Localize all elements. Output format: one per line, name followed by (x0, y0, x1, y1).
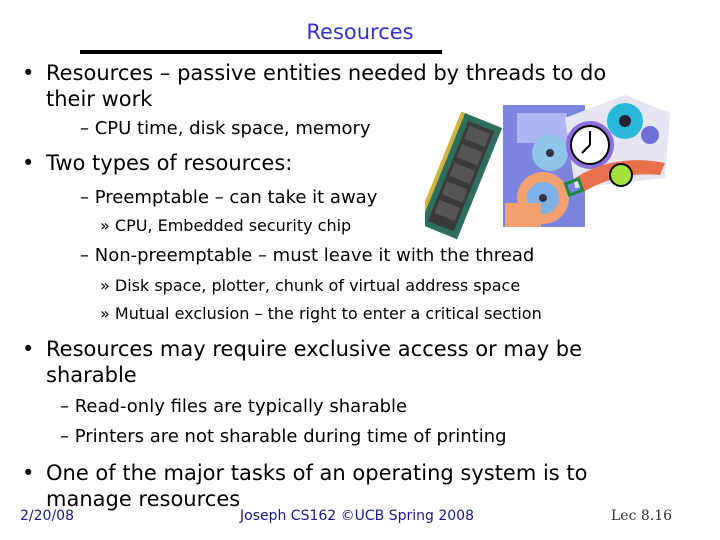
footer-page-number: Lec 8.16 (611, 508, 673, 524)
footer-course: Joseph CS162 ©UCB Spring 2008 (240, 508, 474, 524)
memory-module-icon (416, 111, 503, 240)
bullet-text: Resources – passive entities needed by t… (46, 61, 607, 85)
sub-bullet-read-only: – Read-only files are typically sharable (60, 396, 408, 417)
footer-date: 2/20/08 (20, 508, 74, 524)
bullet-2: • Two types of resources: (22, 151, 293, 175)
bullet-marker: • (22, 61, 35, 85)
sub-bullet-printers: – Printers are not sharable during time … (60, 426, 507, 447)
sub-bullet-cpu-time: – CPU time, disk space, memory (80, 118, 371, 139)
bullet-4: • One of the major tasks of an operating… (22, 461, 588, 511)
bullet-3: • Resources may require exclusive access… (22, 337, 583, 387)
sub-sub-bullet-disk: » Disk space, plotter, chunk of virtual … (100, 276, 521, 295)
sub-bullet-non-preemptable: – Non-preemptable – must leave it with t… (80, 245, 535, 266)
resources-clipart (416, 93, 685, 243)
sub-bullet-preemptable: – Preemptable – can take it away (80, 187, 378, 208)
sub-sub-bullet-cpu: » CPU, Embedded security chip (100, 216, 352, 235)
title-underline (80, 50, 442, 54)
sub-sub-bullet-mutex: » Mutual exclusion – the right to enter … (100, 304, 542, 323)
slide-title: Resources (306, 20, 414, 44)
